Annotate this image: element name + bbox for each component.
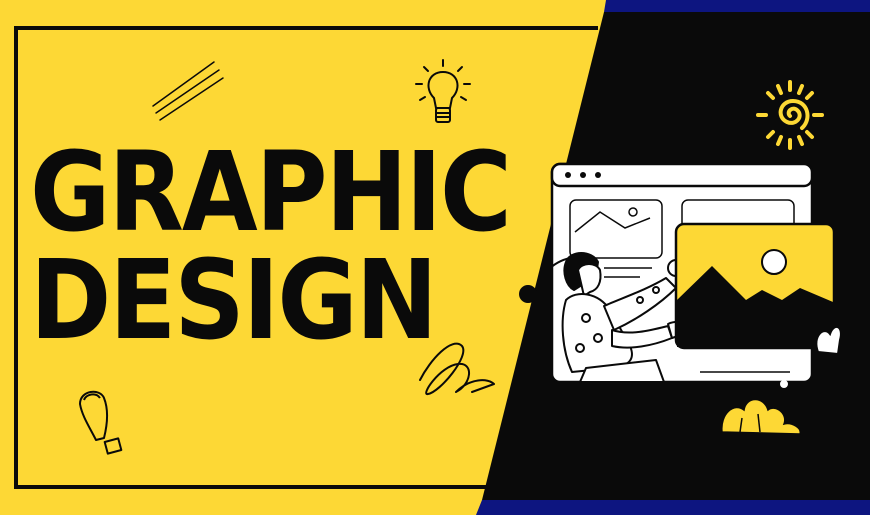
headline-line-1: GRAPHIC (30, 129, 512, 257)
sun-spiral-icon (756, 80, 824, 150)
window-dot-3 (595, 172, 601, 178)
card-sun (761, 249, 787, 275)
browser-title-bar (550, 162, 814, 188)
headline-line-2: DESIGN (30, 237, 438, 365)
window-dot-2 (580, 172, 586, 178)
navy-strip-bottom (476, 500, 870, 515)
window-dot-1 (565, 172, 571, 178)
image-card (674, 222, 842, 356)
sparkle-icon (780, 380, 788, 388)
navy-strip-top (604, 0, 870, 12)
